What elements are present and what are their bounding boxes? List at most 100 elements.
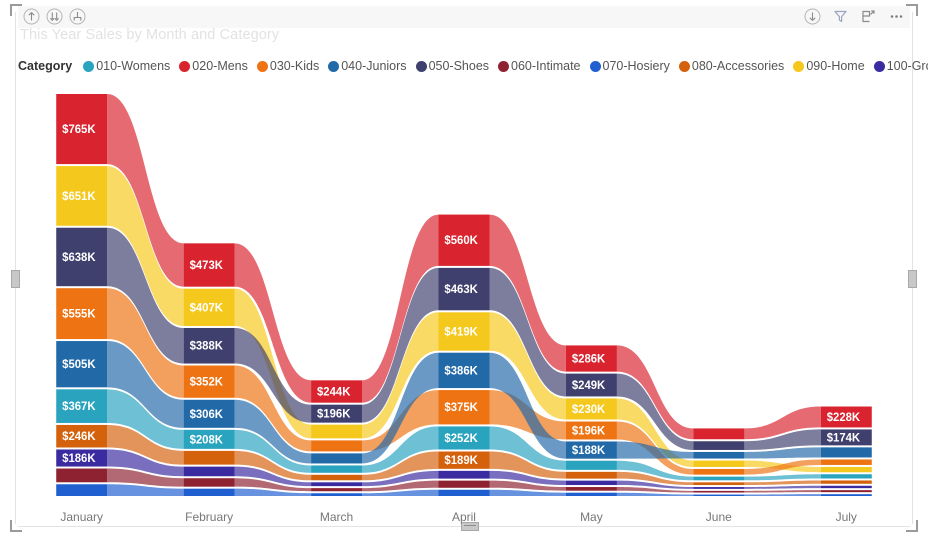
ribbon-segment[interactable] bbox=[438, 390, 490, 425]
ribbon-segment[interactable] bbox=[820, 429, 872, 446]
ribbon-segment[interactable] bbox=[820, 480, 872, 484]
x-axis-tick-june: June bbox=[705, 510, 732, 524]
ribbon-segment[interactable] bbox=[311, 488, 363, 492]
ribbon-segment[interactable] bbox=[565, 398, 617, 420]
legend-title: Category bbox=[18, 59, 73, 73]
legend-item-070-hosiery[interactable]: 070-Hosiery bbox=[589, 59, 670, 73]
ribbon-segment[interactable] bbox=[693, 476, 745, 481]
ribbon-segment[interactable] bbox=[565, 373, 617, 397]
ribbon-segment[interactable] bbox=[183, 243, 235, 287]
ribbon-segment[interactable] bbox=[438, 312, 490, 351]
ribbon-segment[interactable] bbox=[565, 460, 617, 470]
ribbon-segment[interactable] bbox=[56, 166, 108, 226]
ribbon-segment[interactable] bbox=[565, 480, 617, 486]
ribbon-segment[interactable] bbox=[438, 451, 490, 469]
ribbon-segment[interactable] bbox=[565, 421, 617, 440]
ribbon-segment[interactable] bbox=[311, 424, 363, 439]
ribbon-segment[interactable] bbox=[820, 494, 872, 496]
ribbon-segment[interactable] bbox=[311, 380, 363, 403]
legend-item-040-juniors[interactable]: 040-Juniors bbox=[328, 59, 407, 73]
legend-item-label: 020-Mens bbox=[192, 59, 248, 73]
ribbon-segment[interactable] bbox=[311, 440, 363, 452]
ribbon-segment[interactable] bbox=[820, 466, 872, 473]
ribbon-segment[interactable] bbox=[183, 365, 235, 398]
ribbon-segment[interactable] bbox=[311, 493, 363, 496]
ribbon-segment[interactable] bbox=[183, 399, 235, 428]
ribbon-segment[interactable] bbox=[311, 404, 363, 423]
legend-item-090-home[interactable]: 090-Home bbox=[793, 59, 865, 73]
ribbon-segment[interactable] bbox=[183, 488, 235, 496]
ribbon-segment[interactable] bbox=[438, 480, 490, 488]
ribbon-segment[interactable] bbox=[311, 474, 363, 481]
filter-icon[interactable] bbox=[831, 7, 850, 26]
ribbon-segment[interactable] bbox=[183, 450, 235, 465]
ribbon-segment[interactable] bbox=[56, 484, 108, 496]
legend-item-010-womens[interactable]: 010-Womens bbox=[83, 59, 170, 73]
ribbon-segment[interactable] bbox=[820, 485, 872, 489]
ribbon-segment[interactable] bbox=[693, 468, 745, 475]
more-options-icon[interactable] bbox=[887, 7, 906, 26]
ribbon-segment[interactable] bbox=[438, 426, 490, 450]
ribbon-segment[interactable] bbox=[820, 447, 872, 458]
ribbon-connector bbox=[744, 474, 821, 481]
ribbon-segment[interactable] bbox=[693, 460, 745, 467]
ribbon-segment[interactable] bbox=[56, 468, 108, 483]
ribbon-segment[interactable] bbox=[693, 428, 745, 440]
ribbon-segment[interactable] bbox=[693, 482, 745, 486]
ribbon-segment[interactable] bbox=[820, 459, 872, 465]
ribbon-chart-plot-area[interactable]: $765K $651K $638K $555K $505K $367K $246K $186K… bbox=[18, 84, 910, 504]
legend-item-020-mens[interactable]: 020-Mens bbox=[179, 59, 248, 73]
ribbon-segment[interactable] bbox=[183, 429, 235, 449]
ribbon-segment[interactable] bbox=[565, 487, 617, 491]
powerbi-visual-container: This Year Sales by Month and Category Ca… bbox=[6, 2, 928, 536]
focus-mode-icon[interactable] bbox=[859, 7, 878, 26]
ribbon-segment[interactable] bbox=[438, 214, 490, 266]
ribbon-segment[interactable] bbox=[438, 470, 490, 479]
ribbon-segment[interactable] bbox=[565, 492, 617, 496]
ribbon-segment[interactable] bbox=[438, 267, 490, 311]
visual-header-left-tools bbox=[22, 7, 87, 26]
ribbon-segment[interactable] bbox=[56, 341, 108, 388]
drill-up-icon[interactable] bbox=[22, 7, 41, 26]
legend-swatch bbox=[498, 60, 510, 72]
ribbon-segment[interactable] bbox=[56, 424, 108, 448]
ribbon-segment[interactable] bbox=[693, 494, 745, 496]
ribbon-segment[interactable] bbox=[311, 465, 363, 473]
ribbon-segment[interactable] bbox=[820, 406, 872, 428]
ribbon-segment[interactable] bbox=[693, 487, 745, 489]
legend-item-050-shoes[interactable]: 050-Shoes bbox=[415, 59, 489, 73]
ribbon-segment[interactable] bbox=[565, 441, 617, 459]
ribbon-segment[interactable] bbox=[438, 489, 490, 496]
ribbon-segment[interactable] bbox=[183, 466, 235, 477]
legend-item-060-intimate[interactable]: 060-Intimate bbox=[498, 59, 581, 73]
ribbon-segment[interactable] bbox=[56, 227, 108, 287]
ribbon-segment[interactable] bbox=[565, 471, 617, 479]
ribbon-segment[interactable] bbox=[693, 441, 745, 450]
legend-swatch bbox=[179, 60, 191, 72]
legend-item-080-accessories[interactable]: 080-Accessories bbox=[678, 59, 784, 73]
ribbon-segment[interactable] bbox=[820, 474, 872, 479]
ribbon-segment[interactable] bbox=[56, 94, 108, 165]
ribbon-segment[interactable] bbox=[183, 478, 235, 487]
ribbon-segment[interactable] bbox=[183, 288, 235, 326]
legend-item-030-kids[interactable]: 030-Kids bbox=[256, 59, 319, 73]
ribbon-segment[interactable] bbox=[183, 327, 235, 364]
legend-item-100-groceries[interactable]: 100-Groceries bbox=[873, 59, 928, 73]
drill-mode-icon[interactable] bbox=[803, 7, 822, 26]
ribbon-connector bbox=[744, 480, 821, 486]
ribbon-chart-svg[interactable]: $765K$651K$638K$555K$505K$367K$246K$186K… bbox=[18, 84, 910, 504]
legend-swatch bbox=[328, 60, 340, 72]
ribbon-segment[interactable] bbox=[56, 449, 108, 467]
ribbon-segment[interactable] bbox=[438, 352, 490, 389]
expand-hierarchy-icon[interactable] bbox=[68, 7, 87, 26]
ribbon-segment[interactable] bbox=[56, 288, 108, 340]
ribbon-segment[interactable] bbox=[56, 389, 108, 423]
ribbon-segment[interactable] bbox=[565, 345, 617, 372]
drill-down-icon[interactable] bbox=[45, 7, 64, 26]
ribbon-segment[interactable] bbox=[693, 451, 745, 459]
ribbon-segment[interactable] bbox=[311, 482, 363, 487]
ribbon-segment[interactable] bbox=[820, 490, 872, 493]
ribbon-segment[interactable] bbox=[311, 453, 363, 464]
ribbon-segment[interactable] bbox=[693, 490, 745, 493]
legend-item-label: 010-Womens bbox=[96, 59, 171, 73]
